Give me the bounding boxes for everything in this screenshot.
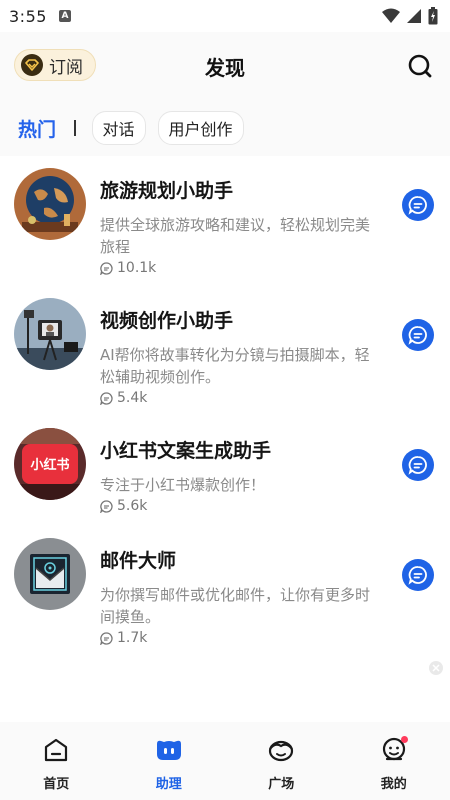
item-description: 提供全球旅游攻略和建议，轻松规划完美旅程 xyxy=(100,216,371,256)
battery-icon xyxy=(428,7,438,25)
item-description: AI帮你将故事转化为分镜与拍摄脚本，轻松辅助视频创作。 xyxy=(100,346,370,386)
item-stats: 10.1k xyxy=(100,260,156,276)
nav-plaza[interactable]: 广场 xyxy=(225,722,338,800)
chat-bubble-icon xyxy=(408,456,427,475)
email-avatar xyxy=(14,538,86,610)
item-count: 5.4k xyxy=(117,390,148,406)
start-chat-button[interactable] xyxy=(402,319,434,351)
list-item[interactable]: 视频创作小助手 AI帮你将故事转化为分镜与拍摄脚本，轻松辅助视频创作。 5.4k xyxy=(0,286,450,416)
tab-divider xyxy=(74,120,76,136)
nav-assistant[interactable]: 助理 xyxy=(113,722,226,800)
item-title: 邮件大师 xyxy=(100,550,177,572)
item-title: 旅游规划小助手 xyxy=(100,180,234,202)
bottom-nav: 首页 助理 广场 我的 xyxy=(0,722,450,800)
item-stats: 5.6k xyxy=(100,498,147,514)
xiaohongshu-avatar: 小红书 xyxy=(14,428,86,500)
travel-avatar xyxy=(14,168,86,240)
plaza-icon xyxy=(267,736,295,764)
nav-label: 广场 xyxy=(268,777,295,792)
nav-label: 首页 xyxy=(43,777,70,792)
comment-icon xyxy=(100,499,113,513)
item-description: 专注于小红书爆款创作！ xyxy=(100,476,266,494)
comment-icon xyxy=(100,391,113,405)
item-count: 1.7k xyxy=(117,630,148,646)
item-count: 5.6k xyxy=(117,498,148,514)
home-icon xyxy=(42,736,70,764)
item-description: 为你撰写邮件或优化邮件，让你有更多时间摸鱼。 xyxy=(100,586,371,626)
start-chat-button[interactable] xyxy=(402,559,434,591)
item-stats: 5.4k xyxy=(100,390,147,406)
assistant-icon xyxy=(155,736,183,764)
nav-home[interactable]: 首页 xyxy=(0,722,113,800)
nav-profile[interactable]: 我的 xyxy=(338,722,450,800)
start-chat-button[interactable] xyxy=(402,449,434,481)
signal-icon xyxy=(407,9,421,23)
page-title: 发现 xyxy=(205,56,245,80)
status-time: 3:55 xyxy=(9,6,47,26)
close-icon xyxy=(432,664,440,672)
list-item[interactable]: 旅游规划小助手 提供全球旅游攻略和建议，轻松规划完美旅程 10.1k xyxy=(0,156,450,286)
xiaohongshu-logo-text: 小红书 xyxy=(30,457,69,473)
notification-badge xyxy=(400,736,408,743)
item-title: 小红书文案生成助手 xyxy=(100,440,272,462)
video-avatar xyxy=(14,298,86,370)
tab-chat[interactable]: 对话 xyxy=(91,111,146,145)
chat-bubble-icon xyxy=(408,326,427,345)
item-stats: 1.7k xyxy=(100,630,147,646)
item-count: 10.1k xyxy=(117,260,157,276)
top-bar: 订阅 发现 xyxy=(0,32,450,100)
search-icon xyxy=(408,54,432,78)
chat-bubble-icon xyxy=(408,196,427,215)
notification-icon: A xyxy=(58,10,71,22)
tab-hot[interactable]: 热门 xyxy=(18,115,56,142)
start-chat-button[interactable] xyxy=(402,189,434,221)
nav-label: 我的 xyxy=(380,777,407,792)
comment-icon xyxy=(100,631,113,645)
profile-icon xyxy=(380,736,408,764)
status-bar: 3:55 A xyxy=(0,0,450,32)
dismiss-button[interactable] xyxy=(429,661,443,675)
nav-label: 助理 xyxy=(155,777,182,792)
filter-tabs: 热门 对话 用户创作 xyxy=(0,100,450,156)
comment-icon xyxy=(100,261,113,275)
item-title: 视频创作小助手 xyxy=(100,310,234,332)
tab-user-creation[interactable]: 用户创作 xyxy=(157,111,244,145)
list-item[interactable]: 邮件大师 为你撰写邮件或优化邮件，让你有更多时间摸鱼。 1.7k xyxy=(0,526,450,656)
wifi-icon xyxy=(382,8,400,23)
search-button[interactable] xyxy=(406,52,434,80)
chat-bubble-icon xyxy=(408,566,427,585)
